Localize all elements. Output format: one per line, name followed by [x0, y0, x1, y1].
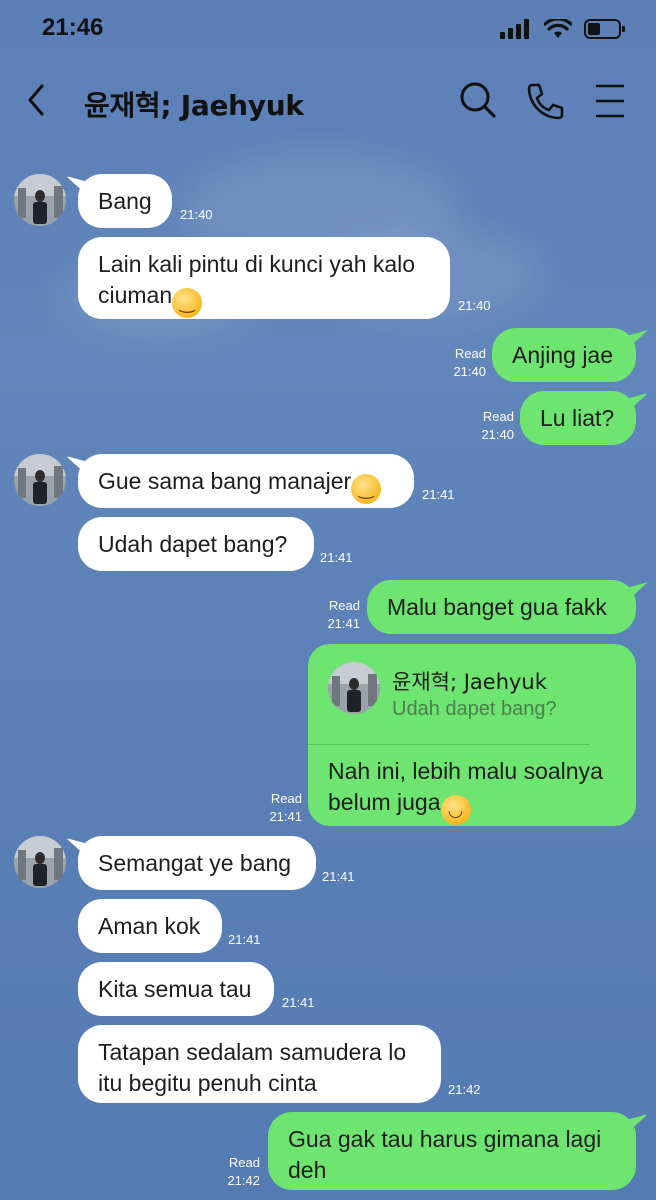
read-status: Read — [270, 791, 302, 806]
read-status: Read — [482, 409, 514, 424]
quoted-sender: 윤재혁; Jaehyuk — [392, 670, 547, 694]
chat-header: 윤재혁; Jaehyuk — [0, 70, 656, 134]
phone-icon[interactable] — [522, 78, 568, 124]
message-bubble[interactable]: Lu liat? — [520, 391, 636, 445]
message-time: 21:40 — [180, 207, 213, 222]
smiling-emoji-icon: ◡ — [440, 795, 471, 825]
message-text: Lu liat? — [540, 405, 615, 431]
message-time: 21:41 — [322, 869, 355, 884]
message-time: 21:41 — [422, 487, 455, 502]
read-status: Read — [328, 598, 360, 613]
message-text: belum juga — [328, 789, 441, 815]
contact-avatar[interactable] — [14, 454, 66, 506]
menu-icon[interactable] — [588, 78, 634, 124]
message-text: Nah ini, lebih malu soalnya — [328, 758, 603, 784]
status-bar: 21:46 — [0, 0, 656, 60]
message-text: Kita semua tau — [98, 976, 252, 1002]
message-text: Udah dapet bang? — [98, 531, 288, 557]
message-bubble[interactable]: Lain kali pintu di kunci yah kalo ciuman… — [78, 237, 450, 319]
message-time: 21:41 — [228, 932, 261, 947]
grin-emoji-icon: ‿ — [351, 474, 382, 504]
message-time: 21:41 — [327, 616, 360, 631]
message-bubble[interactable]: Udah dapet bang? — [78, 517, 314, 571]
message-time: 21:40 — [453, 364, 486, 379]
status-time: 21:46 — [42, 14, 104, 41]
quoted-text: Udah dapet bang? — [392, 698, 557, 720]
message-time: 21:42 — [448, 1082, 481, 1097]
message-text: Lain kali pintu di kunci yah kalo — [98, 251, 416, 277]
message-text: Aman kok — [98, 913, 201, 939]
message-bubble[interactable]: Tatapan sedalam samudera lo itu begitu p… — [78, 1025, 441, 1103]
signal-icon — [500, 19, 529, 39]
reply-divider — [308, 744, 590, 745]
message-bubble[interactable]: Gue sama bang manajer ‿ — [78, 454, 414, 508]
message-bubble[interactable]: Semangat ye bang — [78, 836, 316, 890]
message-text: Semangat ye bang — [98, 850, 292, 876]
message-text: ciuman — [98, 282, 173, 308]
message-time: 21:41 — [282, 995, 315, 1010]
message-text: deh — [288, 1157, 327, 1183]
message-text: Anjing jae — [512, 342, 614, 368]
message-time: 21:40 — [481, 427, 514, 442]
message-bubble[interactable]: Anjing jae — [492, 328, 636, 382]
contact-avatar[interactable] — [14, 836, 66, 888]
search-icon[interactable] — [455, 78, 501, 124]
message-time: 21:41 — [320, 550, 353, 565]
message-bubble[interactable]: Kita semua tau — [78, 962, 274, 1016]
message-text: Gua gak tau harus gimana lagi — [288, 1126, 602, 1152]
quoted-avatar — [328, 662, 380, 714]
read-status: Read — [454, 346, 486, 361]
wifi-icon — [544, 19, 572, 38]
message-text: Malu banget gua fakk — [387, 594, 607, 620]
battery-icon — [584, 19, 625, 39]
chat-title: 윤재혁; Jaehyuk — [84, 89, 304, 122]
grin-emoji-icon: ‿ — [172, 288, 203, 318]
message-time: 21:41 — [269, 809, 302, 824]
message-text: Bang — [98, 188, 152, 214]
message-text: itu begitu penuh cinta — [98, 1070, 317, 1096]
read-status: Read — [228, 1155, 260, 1170]
contact-avatar[interactable] — [14, 174, 66, 226]
reply-message-bubble[interactable]: 윤재혁; Jaehyuk Udah dapet bang? Nah ini, l… — [308, 644, 636, 826]
message-bubble[interactable]: Malu banget gua fakk — [367, 580, 636, 634]
message-bubble[interactable]: Bang — [78, 174, 172, 228]
message-bubble[interactable]: Aman kok — [78, 899, 222, 953]
message-time: 21:40 — [458, 298, 491, 313]
message-bubble[interactable]: Gua gak tau harus gimana lagi deh — [268, 1112, 636, 1190]
message-time: 21:42 — [227, 1173, 260, 1188]
message-text: Tatapan sedalam samudera lo — [98, 1039, 407, 1065]
back-icon[interactable] — [20, 80, 56, 120]
message-text: Gue sama bang manajer — [98, 468, 352, 494]
